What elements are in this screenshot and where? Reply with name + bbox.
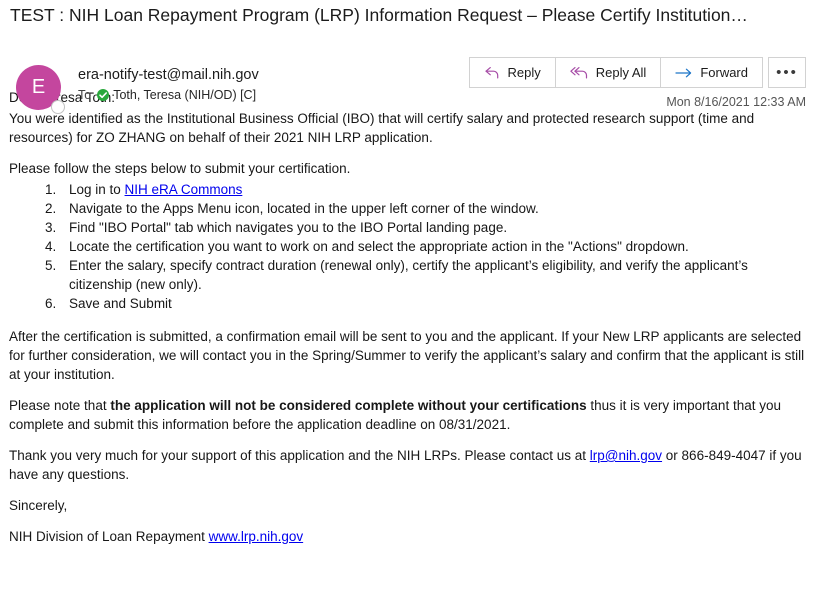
list-item: Enter the salary, specify contract durat… bbox=[9, 256, 806, 294]
subject-bar: TEST : NIH Loan Repayment Program (LRP) … bbox=[0, 0, 816, 26]
avatar[interactable]: E bbox=[16, 65, 65, 114]
step-text: Find "IBO Portal" tab which navigates yo… bbox=[69, 220, 508, 235]
forward-button[interactable]: Forward bbox=[660, 57, 763, 88]
forward-arrow-icon bbox=[675, 67, 693, 79]
reply-all-button[interactable]: Reply All bbox=[554, 57, 662, 88]
signature-text: NIH Division of Loan Repayment bbox=[9, 529, 209, 544]
ellipsis-icon: ••• bbox=[776, 64, 798, 81]
steps-intro-paragraph: Please follow the steps below to submit … bbox=[9, 161, 351, 176]
steps-list: Log in to NIH eRA Commons Navigate to th… bbox=[9, 180, 806, 313]
thanks-paragraph: Thank you very much for your support of … bbox=[9, 446, 806, 484]
step-text: Enter the salary, specify contract durat… bbox=[69, 258, 748, 292]
list-item: Log in to NIH eRA Commons bbox=[9, 180, 806, 199]
reply-all-icon bbox=[570, 66, 589, 80]
recipient-name[interactable]: Toth, Teresa (NIH/OD) [C] bbox=[113, 87, 256, 103]
lrp-email-link[interactable]: lrp@nih.gov bbox=[590, 448, 662, 463]
list-item: Find "IBO Portal" tab which navigates yo… bbox=[9, 218, 806, 237]
intro-paragraph: You were identified as the Institutional… bbox=[9, 111, 755, 145]
to-label: To bbox=[78, 88, 92, 102]
note-bold-text: the application will not be considered c… bbox=[110, 398, 587, 413]
list-item: Save and Submit bbox=[9, 294, 806, 313]
message-actions-toolbar: Reply Reply All Forward ••• bbox=[469, 57, 806, 88]
sender-block: era-notify-test@mail.nih.gov To Toth, Te… bbox=[78, 66, 259, 103]
list-item: Locate the certification you want to wor… bbox=[9, 237, 806, 256]
email-header: E era-notify-test@mail.nih.gov To Toth, … bbox=[0, 26, 816, 114]
list-item: Navigate to the Apps Menu icon, located … bbox=[9, 199, 806, 218]
note-prefix: Please note that bbox=[9, 398, 111, 413]
forward-button-label: Forward bbox=[700, 65, 748, 80]
reply-icon bbox=[484, 66, 500, 80]
reply-button[interactable]: Reply bbox=[469, 57, 556, 88]
era-commons-link[interactable]: NIH eRA Commons bbox=[125, 182, 243, 197]
step-text: Navigate to the Apps Menu icon, located … bbox=[69, 201, 539, 216]
message-timestamp: Mon 8/16/2021 12:33 AM bbox=[666, 95, 806, 109]
note-paragraph: Please note that the application will no… bbox=[9, 396, 806, 434]
email-subject: TEST : NIH Loan Repayment Program (LRP) … bbox=[10, 5, 748, 25]
thanks-prefix: Thank you very much for your support of … bbox=[9, 448, 590, 463]
signature-paragraph: NIH Division of Loan Repayment www.lrp.n… bbox=[9, 527, 806, 546]
sender-address[interactable]: era-notify-test@mail.nih.gov bbox=[78, 66, 259, 85]
recipient-line: To Toth, Teresa (NIH/OD) [C] bbox=[78, 87, 259, 103]
verified-check-icon bbox=[97, 89, 110, 101]
step-text: Save and Submit bbox=[69, 296, 172, 311]
more-actions-button[interactable]: ••• bbox=[768, 57, 806, 88]
presence-indicator-icon bbox=[51, 100, 65, 114]
reply-button-label: Reply bbox=[507, 65, 541, 80]
sign-off-paragraph: Sincerely, bbox=[9, 498, 68, 513]
step-text: Locate the certification you want to wor… bbox=[69, 239, 689, 254]
lrp-website-link[interactable]: www.lrp.nih.gov bbox=[209, 529, 304, 544]
email-body: Dear Teresa Toth: You were identified as… bbox=[0, 88, 816, 546]
step-text: Log in to bbox=[69, 182, 125, 197]
after-certification-paragraph: After the certification is submitted, a … bbox=[9, 329, 805, 382]
reply-all-button-label: Reply All bbox=[595, 65, 647, 80]
